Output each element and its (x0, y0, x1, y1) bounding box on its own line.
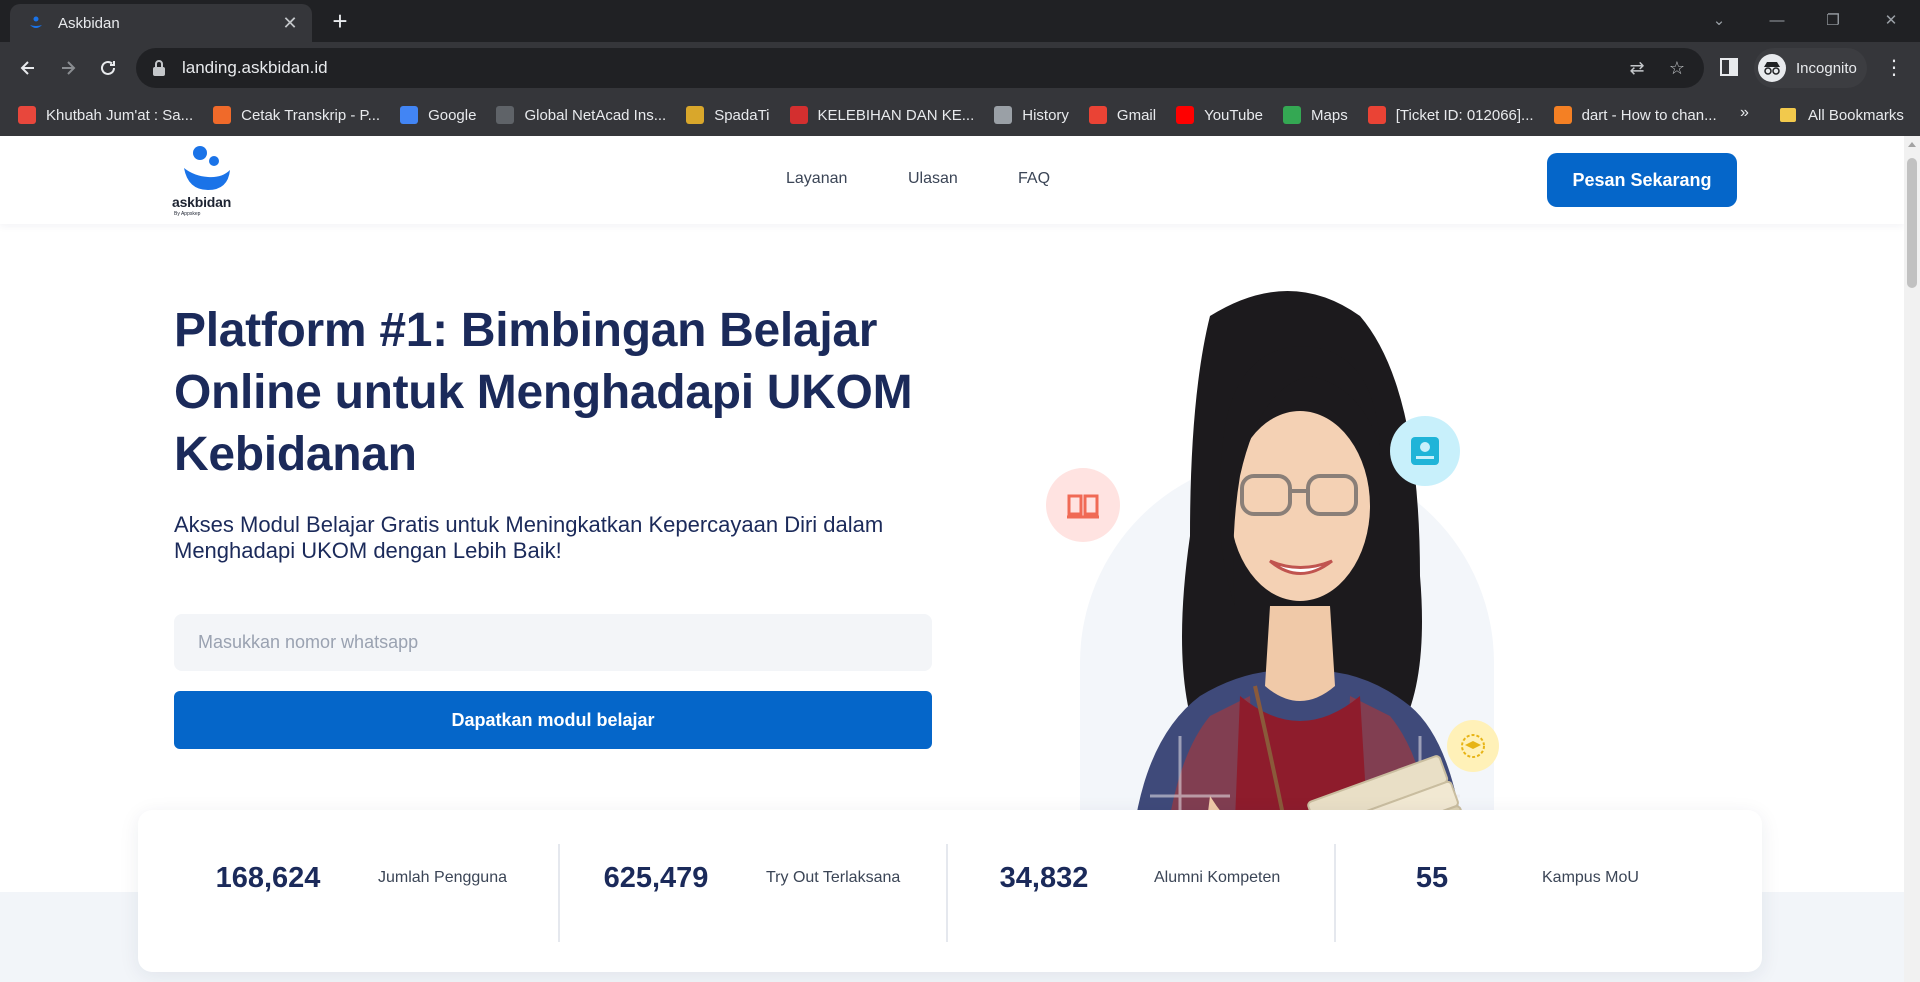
bookmark-item[interactable]: History (994, 106, 1069, 124)
bookmark-item[interactable]: dart - How to chan... (1553, 106, 1717, 124)
youtube-icon (1176, 106, 1195, 124)
emblem-icon (686, 106, 705, 124)
scroll-up-icon[interactable] (1908, 142, 1916, 147)
nav-faq[interactable]: FAQ (1018, 170, 1050, 188)
hero-subtitle: Akses Modul Belajar Gratis untuk Meningk… (174, 512, 884, 563)
bookmark-label: KELEBIHAN DAN KE... (817, 106, 975, 124)
landing-page: askbidan By Appskep Layanan Ulasan FAQ P… (0, 136, 1904, 982)
more-menu-icon[interactable]: ⋮ (1884, 54, 1904, 82)
askbidan-logo[interactable]: askbidan By Appskep (172, 144, 244, 218)
stat-value: 625,479 (603, 862, 709, 894)
cisco-icon (496, 106, 515, 124)
bookmark-item[interactable]: YouTube (1176, 106, 1263, 124)
stat-value: 168,624 (215, 862, 321, 894)
browser-tab[interactable]: Askbidan ✕ (10, 4, 312, 42)
bookmark-label: Google (428, 106, 477, 124)
bookmark-label: History (1022, 106, 1069, 124)
restore-icon[interactable]: ❐ (1818, 6, 1848, 36)
bookmark-item[interactable]: Global NetAcad Ins... (496, 106, 666, 124)
stats-card: 168,624 Jumlah Pengguna 625,479 Try Out … (138, 810, 1762, 972)
bookmark-label: Khutbah Jum'at : Sa... (46, 106, 194, 124)
stat-label: Alumni Kompeten (1154, 869, 1281, 886)
profile-card-float-icon (1390, 416, 1460, 486)
stat-item: 625,479 Try Out Terlaksana (526, 810, 914, 972)
hero-title: Platform #1: Bimbingan Belajar Online un… (174, 304, 913, 481)
bookmark-label: Gmail (1116, 106, 1157, 124)
gmail-icon (1088, 106, 1107, 124)
bookmark-item[interactable]: Google (400, 106, 476, 124)
side-panel-icon[interactable] (1718, 56, 1740, 78)
s-logo-icon (789, 106, 808, 124)
forward-icon[interactable] (54, 54, 82, 82)
page-scrollbar[interactable] (1904, 136, 1920, 982)
url-text: landing.askbidan.id (182, 58, 328, 77)
plane-icon (18, 106, 36, 124)
bookmark-item[interactable]: [Ticket ID: 012066]... (1367, 106, 1534, 124)
tab-title: Askbidan (58, 14, 120, 32)
bookmark-item[interactable]: Cetak Transkrip - P... (213, 106, 380, 124)
bookmark-item[interactable]: KELEBIHAN DAN KE... (789, 106, 975, 124)
pesan-sekarang-button[interactable]: Pesan Sekarang (1547, 153, 1737, 207)
lock-icon (153, 60, 165, 76)
new-tab-icon[interactable]: + (326, 8, 354, 36)
bookmark-label: SpadaTi (714, 106, 770, 124)
stackoverflow-icon (1553, 106, 1572, 124)
browser-chrome: Askbidan ✕ + ⌄ — ❐ ✕ landing.askbidan.id… (0, 0, 1920, 136)
bookmarks-bar: Khutbah Jum'at : Sa... Cetak Transkrip - … (0, 94, 1920, 136)
tab-search-icon[interactable]: ⌄ (1704, 6, 1734, 36)
get-module-button[interactable]: Dapatkan modul belajar (174, 691, 932, 749)
bookmark-label: Global NetAcad Ins... (524, 106, 667, 124)
close-window-icon[interactable]: ✕ (1876, 6, 1906, 36)
stat-item: 55 Kampus MoU (1302, 810, 1690, 972)
logo-word: askbidan (172, 194, 232, 210)
site-header: askbidan By Appskep Layanan Ulasan FAQ P… (0, 136, 1904, 224)
stat-item: 168,624 Jumlah Pengguna (138, 810, 526, 972)
nav-layanan[interactable]: Layanan (786, 170, 847, 188)
address-bar[interactable]: landing.askbidan.id ⇄ ☆ (136, 48, 1704, 88)
more-bookmarks-icon[interactable]: » (1740, 104, 1749, 122)
incognito-label: Incognito (1796, 59, 1857, 77)
translate-icon[interactable]: ⇄ (1626, 57, 1648, 79)
reload-icon[interactable] (94, 54, 122, 82)
all-bookmarks-label: All Bookmarks (1808, 106, 1904, 124)
history-icon (994, 106, 1013, 124)
gmail-icon (1367, 106, 1386, 124)
incognito-profile-button[interactable]: Incognito (1754, 48, 1867, 88)
stat-value: 34,832 (999, 862, 1089, 894)
google-icon (400, 106, 419, 124)
school-icon (213, 106, 232, 124)
incognito-icon (1758, 54, 1786, 82)
graduation-float-icon (1447, 720, 1499, 772)
back-icon[interactable] (14, 54, 42, 82)
logo-subtext: By Appskep (174, 211, 201, 217)
bookmark-item[interactable]: Gmail (1088, 106, 1157, 124)
scrollbar-thumb[interactable] (1907, 158, 1917, 288)
stat-label: Kampus MoU (1542, 869, 1639, 886)
bookmark-item[interactable]: Khutbah Jum'at : Sa... (18, 106, 193, 124)
maps-icon (1283, 106, 1302, 124)
whatsapp-input[interactable] (174, 614, 932, 671)
bookmark-label: Cetak Transkrip - P... (241, 106, 381, 124)
bookmark-item[interactable]: SpadaTi (686, 106, 770, 124)
minimize-icon[interactable]: — (1762, 6, 1792, 36)
bookmark-label: [Ticket ID: 012066]... (1395, 106, 1534, 124)
book-float-icon (1046, 468, 1120, 542)
bookmark-item[interactable]: Maps (1283, 106, 1348, 124)
tab-strip: Askbidan ✕ + ⌄ — ❐ ✕ (0, 0, 1920, 42)
close-tab-icon[interactable]: ✕ (280, 13, 300, 34)
stat-label: Try Out Terlaksana (766, 869, 901, 886)
bookmark-label: YouTube (1204, 106, 1264, 124)
all-bookmarks-button[interactable]: All Bookmarks (1780, 94, 1904, 136)
logo-mark-icon (184, 146, 230, 190)
stat-label: Jumlah Pengguna (378, 869, 507, 886)
askbidan-favicon-icon (30, 16, 42, 28)
folder-icon (1780, 108, 1796, 122)
nav-ulasan[interactable]: Ulasan (908, 170, 958, 188)
bookmark-label: dart - How to chan... (1581, 106, 1717, 124)
bookmark-star-icon[interactable]: ☆ (1666, 57, 1688, 79)
stat-value: 55 (1415, 862, 1449, 894)
bookmark-label: Maps (1311, 106, 1348, 124)
stat-item: 34,832 Alumni Kompeten (914, 810, 1302, 972)
browser-toolbar: landing.askbidan.id ⇄ ☆ Incognito ⋮ (0, 42, 1920, 94)
